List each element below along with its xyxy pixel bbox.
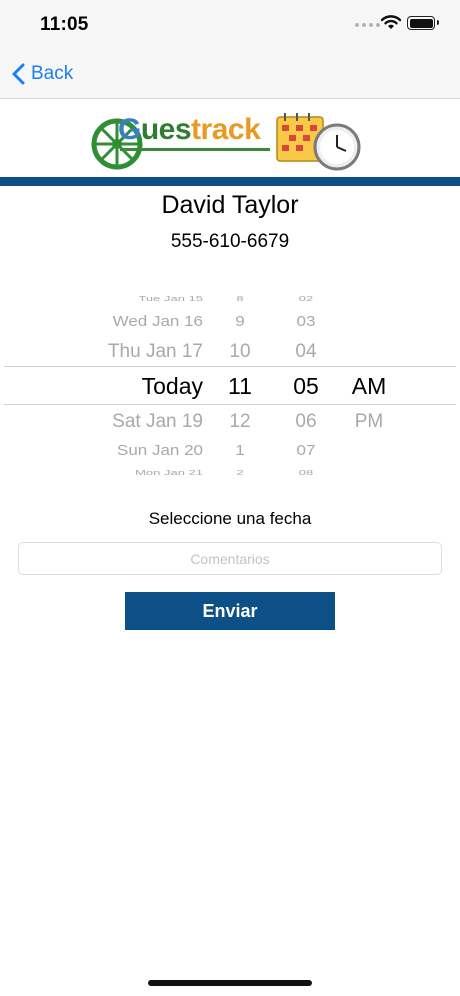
calendar-clock-icon — [276, 113, 361, 171]
status-bar: 11:05 — [0, 0, 460, 52]
logo-text-ues: ues — [140, 113, 192, 146]
picker-date-option[interactable]: Sat Jan 19 — [112, 409, 203, 434]
date-prompt: Seleccione una fecha — [148, 509, 312, 528]
logo-wordmark: Guestrack — [118, 113, 261, 147]
logo-underline — [120, 148, 270, 151]
contact-name: David Taylor — [161, 191, 299, 219]
back-button[interactable]: Back — [12, 60, 73, 88]
logo-text-track: track — [191, 113, 261, 146]
chevron-left-icon — [12, 63, 25, 85]
picker-date-option[interactable]: Today — [142, 372, 203, 401]
picker-minute-option[interactable]: 02 — [266, 293, 346, 303]
picker-minute-option[interactable]: 08 — [266, 467, 346, 477]
picker-date-option[interactable]: Sun Jan 20 — [117, 440, 203, 460]
navigation-bar: Back — [0, 52, 460, 99]
wifi-icon — [381, 15, 401, 29]
picker-selection-top-line — [4, 366, 456, 367]
picker-minute-option[interactable]: 03 — [266, 311, 346, 331]
comments-input[interactable] — [18, 542, 442, 575]
picker-date-option[interactable]: Thu Jan 17 — [108, 339, 203, 364]
logo-letter-g: G — [118, 113, 141, 146]
picker-selection-bottom-line — [4, 404, 456, 405]
picker-date-option[interactable]: Tue Jan 15 — [138, 293, 203, 303]
signal-icon — [355, 23, 380, 27]
picker-date-option[interactable]: Mon Jan 21 — [135, 467, 203, 477]
brand-divider — [0, 177, 460, 186]
date-time-picker[interactable]: Tue Jan 15 Wed Jan 16 Thu Jan 17 Today Sat J… — [0, 282, 460, 484]
back-label: Back — [31, 63, 74, 84]
home-indicator — [148, 980, 312, 986]
guestrack-logo: Guestrack — [0, 99, 460, 177]
submit-button[interactable]: Enviar — [125, 592, 335, 630]
contact-phone: 555-610-6679 — [170, 231, 290, 252]
picker-date-option[interactable]: Wed Jan 16 — [113, 311, 203, 331]
status-time: 11:05 — [40, 14, 89, 35]
picker-minute-option[interactable]: 04 — [266, 339, 346, 364]
picker-period-option[interactable]: PM — [329, 409, 409, 434]
picker-period-option[interactable]: AM — [329, 372, 409, 401]
picker-minute-option[interactable]: 07 — [266, 440, 346, 460]
battery-icon — [407, 16, 439, 30]
